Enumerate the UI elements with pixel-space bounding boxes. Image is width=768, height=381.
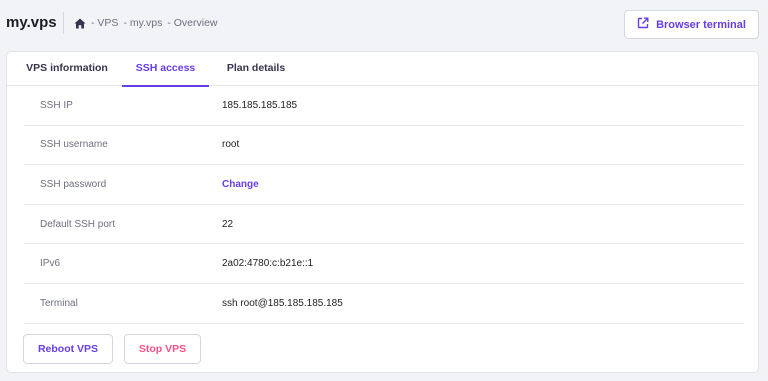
home-icon[interactable] [74, 18, 86, 29]
ssh-username-value: root [222, 139, 240, 151]
ssh-port-row: Default SSH port 22 [24, 205, 743, 245]
change-password-link[interactable]: Change [222, 179, 259, 190]
ssh-ip-value: 185.185.185.185 [222, 99, 298, 111]
terminal-label: Terminal [40, 297, 78, 309]
ssh-ip-label: SSH IP [40, 99, 73, 111]
ssh-port-label: Default SSH port [40, 218, 116, 230]
terminal-row: Terminal ssh root@185.185.185.185 [24, 284, 743, 324]
ssh-ip-row: SSH IP 185.185.185.185 [24, 86, 743, 126]
vps-details-card: VPS information SSH access Plan details … [6, 51, 759, 373]
ipv6-label: IPv6 [40, 258, 61, 270]
ssh-password-label: SSH password [40, 178, 107, 190]
ssh-username-label: SSH username [40, 139, 108, 151]
ssh-details-list: SSH IP 185.185.185.185 SSH username root… [24, 86, 743, 324]
terminal-command: ssh root@185.185.185.185 [222, 297, 343, 309]
ssh-password-row: SSH password Change [24, 165, 743, 205]
reboot-vps-button[interactable]: Reboot VPS [23, 334, 113, 364]
ssh-port-value: 22 [222, 218, 234, 230]
browser-terminal-label: Browser terminal [656, 18, 746, 31]
stop-vps-button[interactable]: Stop VPS [124, 334, 201, 364]
ipv6-row: IPv6 2a02:4780:c:b21e::1 [24, 244, 743, 284]
tab-plan-details[interactable]: Plan details [212, 52, 300, 86]
browser-terminal-button[interactable]: Browser terminal [624, 10, 759, 39]
breadcrumb-item-overview: - Overview [167, 17, 218, 29]
header: my.vps - VPS - my.vps - Overview Browser… [0, 0, 768, 50]
external-link-icon [637, 17, 649, 32]
tab-bar: VPS information SSH access Plan details [7, 52, 758, 87]
tab-vps-information[interactable]: VPS information [17, 52, 117, 86]
page-title: my.vps [6, 14, 57, 31]
breadcrumb-item-vps[interactable]: - VPS [91, 17, 118, 29]
breadcrumb-item-my-vps[interactable]: - my.vps [123, 17, 162, 29]
tab-ssh-access[interactable]: SSH access [122, 52, 209, 87]
breadcrumb: - VPS - my.vps - Overview [74, 17, 218, 29]
ipv6-value: 2a02:4780:c:b21e::1 [222, 258, 314, 270]
ssh-username-row: SSH username root [24, 126, 743, 166]
header-divider [63, 12, 64, 34]
